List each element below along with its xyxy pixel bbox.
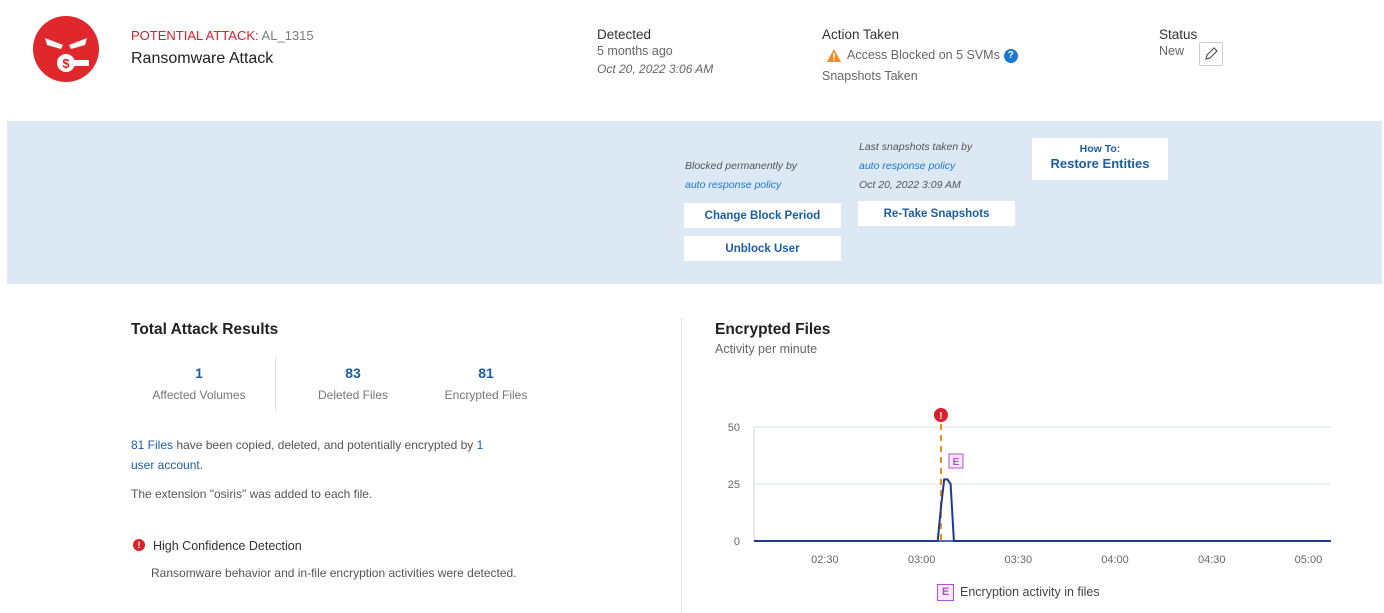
series-line xyxy=(754,478,1331,542)
stat-encrypted-files-label: Encrypted Files xyxy=(444,388,528,402)
files-link[interactable]: 81 Files xyxy=(131,438,173,452)
detected-label: Detected xyxy=(597,27,652,42)
x-tick-label: 04:30 xyxy=(1198,554,1226,566)
detected-timestamp: Oct 20, 2022 3:06 AM xyxy=(597,62,714,76)
retake-snapshots-button[interactable]: Re-Take Snapshots xyxy=(858,201,1015,226)
ransomware-attack-icon: $ xyxy=(33,16,99,82)
confidence-title: High Confidence Detection xyxy=(153,539,302,553)
detected-relative: 5 months ago xyxy=(597,44,673,58)
change-block-period-button[interactable]: Change Block Period xyxy=(684,203,841,228)
x-tick-label: 04:00 xyxy=(1101,554,1129,566)
edit-status-button[interactable] xyxy=(1199,42,1223,66)
attack-id: AL_1315 xyxy=(261,28,314,43)
stat-divider xyxy=(275,357,276,411)
warning-icon xyxy=(827,49,841,63)
stat-deleted-files-value[interactable]: 83 xyxy=(293,365,413,381)
x-tick-label: 03:30 xyxy=(1005,554,1033,566)
action-blocked-text: Access Blocked on 5 SVMs xyxy=(847,48,1000,62)
attack-title: Ransomware Attack xyxy=(131,50,274,67)
help-icon[interactable]: ? xyxy=(1003,48,1018,63)
summary-text-end: . xyxy=(199,458,204,472)
stat-affected-volumes-value[interactable]: 1 xyxy=(139,365,259,381)
summary-text-body: have been copied, deleted, and potential… xyxy=(173,438,477,452)
stat-deleted-files-label: Deleted Files xyxy=(317,388,389,402)
alert-circle-icon: ! xyxy=(133,539,145,551)
stat-affected-volumes-label: Affected Volumes xyxy=(152,388,246,402)
action-taken-label: Action Taken xyxy=(822,27,900,42)
pencil-icon xyxy=(1205,47,1218,60)
encryption-legend-icon: E xyxy=(937,584,954,601)
unblock-user-button[interactable]: Unblock User xyxy=(684,236,841,261)
pane-divider xyxy=(681,318,682,613)
encrypted-files-chart: 0 25 50 02:30 03:00 03:30 04:00 04:30 05:00! E xyxy=(728,408,1331,566)
chart-subtitle: Activity per minute xyxy=(715,342,818,356)
attack-keyword: POTENTIAL ATTACK: xyxy=(131,28,259,43)
encryption-activity-marker-glyph: E xyxy=(953,457,960,468)
total-attack-results-title: Total Attack Results xyxy=(131,321,279,338)
restore-entities-label: Restore Entities xyxy=(1050,156,1150,171)
how-to-label: How To: xyxy=(1079,143,1121,155)
chart-legend: E Encryption activity in files xyxy=(937,584,1100,601)
summary-text: 81 Files have been copied, deleted, and … xyxy=(131,435,561,475)
stat-encrypted-files-value[interactable]: 81 xyxy=(426,365,546,381)
extension-text: The extension "osiris" was added to each… xyxy=(131,487,373,501)
status-value: New xyxy=(1159,44,1185,58)
y-tick-label: 0 xyxy=(734,536,740,548)
user-account-link[interactable]: user account xyxy=(131,458,200,472)
confidence-text: Ransomware behavior and in-file encrypti… xyxy=(151,566,517,580)
x-tick-label: 05:00 xyxy=(1295,554,1323,566)
y-tick-label: 25 xyxy=(728,479,740,491)
chart-title: Encrypted Files xyxy=(715,321,831,338)
encryption-legend-label: Encryption activity in files xyxy=(960,584,1100,599)
snapshot-time: Oct 20, 2022 3:09 AM xyxy=(859,179,961,191)
svg-text:$: $ xyxy=(62,56,70,71)
attack-label: POTENTIAL ATTACK: AL_1315 xyxy=(131,28,314,43)
blocked-policy-link[interactable]: auto response policy xyxy=(685,179,781,191)
user-count-link[interactable]: 1 xyxy=(477,438,484,452)
attack-detected-marker-glyph: ! xyxy=(939,411,942,422)
alert-detail-page: $ POTENTIAL ATTACK: AL_1315 Ransomware A… xyxy=(0,0,1384,613)
y-tick-label: 50 xyxy=(728,422,740,434)
x-tick-label: 03:00 xyxy=(908,554,936,566)
action-snapshots-text: Snapshots Taken xyxy=(822,69,918,83)
snapshot-note: Last snapshots taken by xyxy=(859,141,973,153)
how-to-restore-button[interactable]: How To: Restore Entities xyxy=(1032,138,1168,180)
snapshot-policy-link[interactable]: auto response policy xyxy=(859,160,955,172)
blocked-note: Blocked permanently by xyxy=(685,160,798,172)
action-blocked-row: Access Blocked on 5 SVMs? xyxy=(827,48,1018,63)
status-label: Status xyxy=(1159,27,1198,42)
x-tick-label: 02:30 xyxy=(811,554,839,566)
